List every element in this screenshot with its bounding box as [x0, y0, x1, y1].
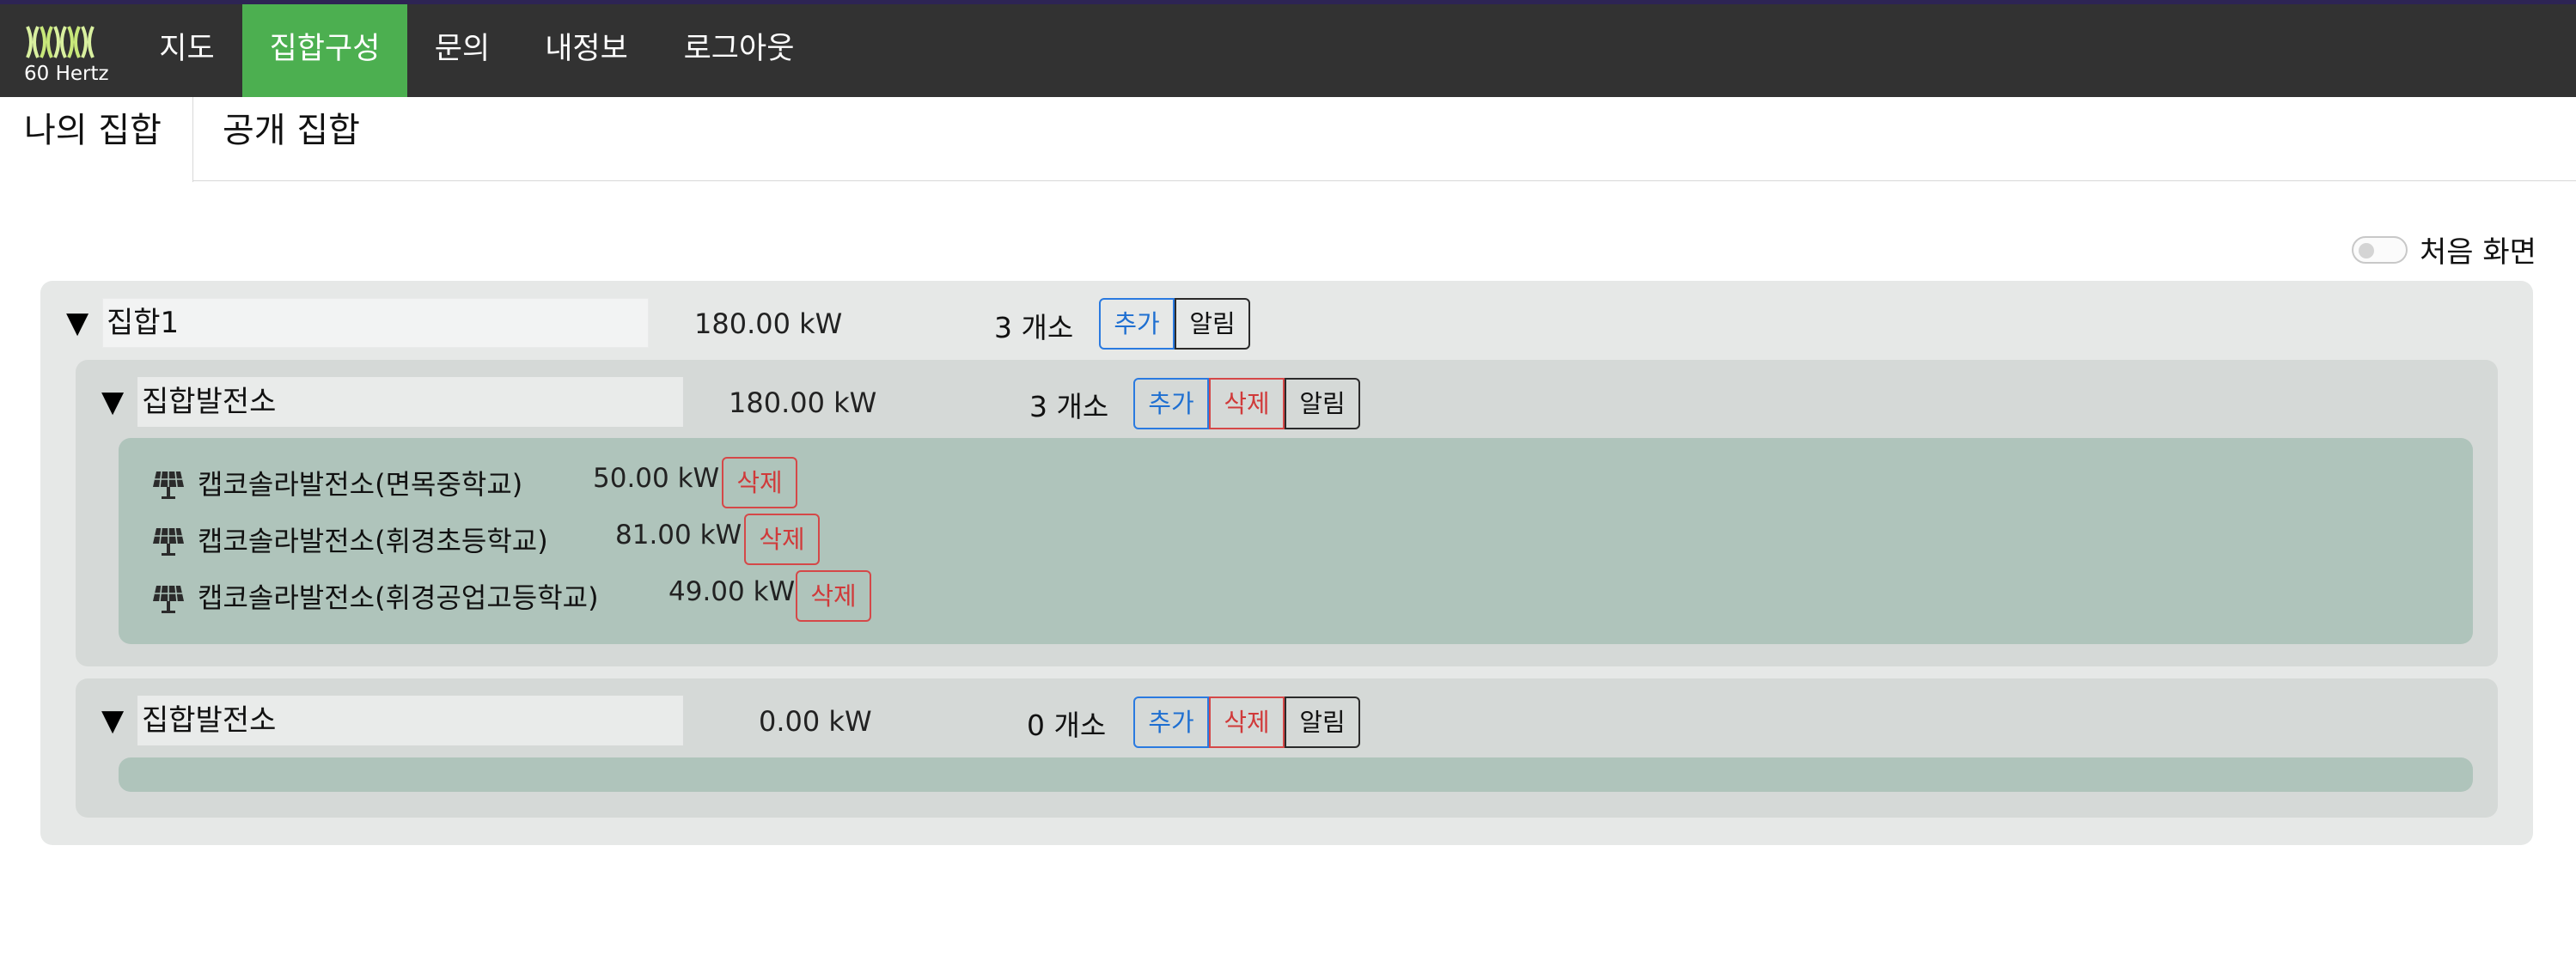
- plant-capacity: 49.00 kW: [668, 576, 796, 607]
- subgroup-capacity: 180.00 kW: [729, 386, 877, 419]
- subgroup-delete-button[interactable]: 삭제: [1209, 696, 1285, 748]
- group-name-field[interactable]: 집합1: [102, 298, 649, 348]
- group-capacity: 180.00 kW: [694, 307, 843, 340]
- logo-icon: [26, 26, 95, 58]
- plant-capacity: 50.00 kW: [593, 463, 720, 494]
- group-panel: ▼ 집합1 180.00 kW 3 개소 추가 알림 ▼ 집합발전소 180.0…: [40, 281, 2533, 845]
- plant-name: 캡코솔라발전소(휘경공업고등학교): [198, 581, 599, 614]
- nav-inquiry[interactable]: 문의: [419, 4, 505, 97]
- subgroup-plant-count: 0 개소: [1027, 709, 1107, 742]
- group-plant-count: 3 개소: [994, 311, 1074, 344]
- tab-bar: 나의 집합 공개 집합: [0, 97, 2576, 182]
- nav-my-info[interactable]: 내정보: [533, 4, 640, 97]
- solar-panel-icon: [153, 471, 184, 499]
- subgroup-collapse-caret[interactable]: ▼: [101, 706, 124, 735]
- plant-delete-button[interactable]: 삭제: [744, 514, 820, 565]
- plant-list: 캡코솔라발전소(면목중학교) 50.00 kW 삭제 캡코솔라발전소(휘경초등학…: [119, 438, 2473, 644]
- plant-name: 캡코솔라발전소(면목중학교): [198, 468, 523, 501]
- toggle-knob: [2359, 243, 2374, 259]
- group-add-button[interactable]: 추가: [1099, 298, 1175, 350]
- nav-logout[interactable]: 로그아웃: [666, 4, 812, 97]
- subgroup-add-button[interactable]: 추가: [1133, 696, 1209, 748]
- subgroup-notify-button[interactable]: 알림: [1285, 378, 1360, 429]
- subgroup-name-field[interactable]: 집합발전소: [137, 696, 683, 745]
- subgroup-notify-button[interactable]: 알림: [1285, 696, 1360, 748]
- plant-name: 캡코솔라발전소(휘경초등학교): [198, 525, 548, 557]
- nav-map[interactable]: 지도: [137, 4, 236, 97]
- logo[interactable]: 60 Hertz: [21, 20, 109, 88]
- subgroup-panel: ▼ 집합발전소 0.00 kW 0 개소 추가 삭제 알림: [76, 678, 2498, 818]
- solar-panel-icon: [153, 527, 184, 556]
- subgroup-panel: ▼ 집합발전소 180.00 kW 3 개소 추가 삭제 알림 캡코솔라발전소(…: [76, 360, 2498, 666]
- plant-list-empty: [119, 757, 2473, 792]
- subgroup-delete-button[interactable]: 삭제: [1209, 378, 1285, 429]
- subgroup-capacity: 0.00 kW: [759, 705, 872, 738]
- top-nav-bar: 60 Hertz 지도 집합구성 문의 내정보 로그아웃: [0, 0, 2576, 97]
- tab-public-groups[interactable]: 공개 집합: [223, 97, 360, 181]
- subgroup-collapse-caret[interactable]: ▼: [101, 387, 124, 417]
- tab-my-groups[interactable]: 나의 집합: [0, 97, 193, 182]
- subgroup-plant-count: 3 개소: [1029, 390, 1109, 423]
- nav-aggregation[interactable]: 집합구성: [242, 4, 407, 97]
- plant-delete-button[interactable]: 삭제: [722, 457, 797, 508]
- home-screen-toggle[interactable]: [2352, 236, 2408, 264]
- subgroup-add-button[interactable]: 추가: [1133, 378, 1209, 429]
- home-screen-toggle-label: 처음 화면: [2420, 235, 2536, 270]
- plant-delete-button[interactable]: 삭제: [796, 570, 871, 622]
- logo-text: 60 Hertz: [24, 63, 109, 85]
- plant-capacity: 81.00 kW: [615, 520, 742, 550]
- group-notify-button[interactable]: 알림: [1175, 298, 1250, 350]
- subgroup-name-field[interactable]: 집합발전소: [137, 377, 683, 427]
- group-collapse-caret[interactable]: ▼: [66, 308, 89, 338]
- solar-panel-icon: [153, 585, 184, 613]
